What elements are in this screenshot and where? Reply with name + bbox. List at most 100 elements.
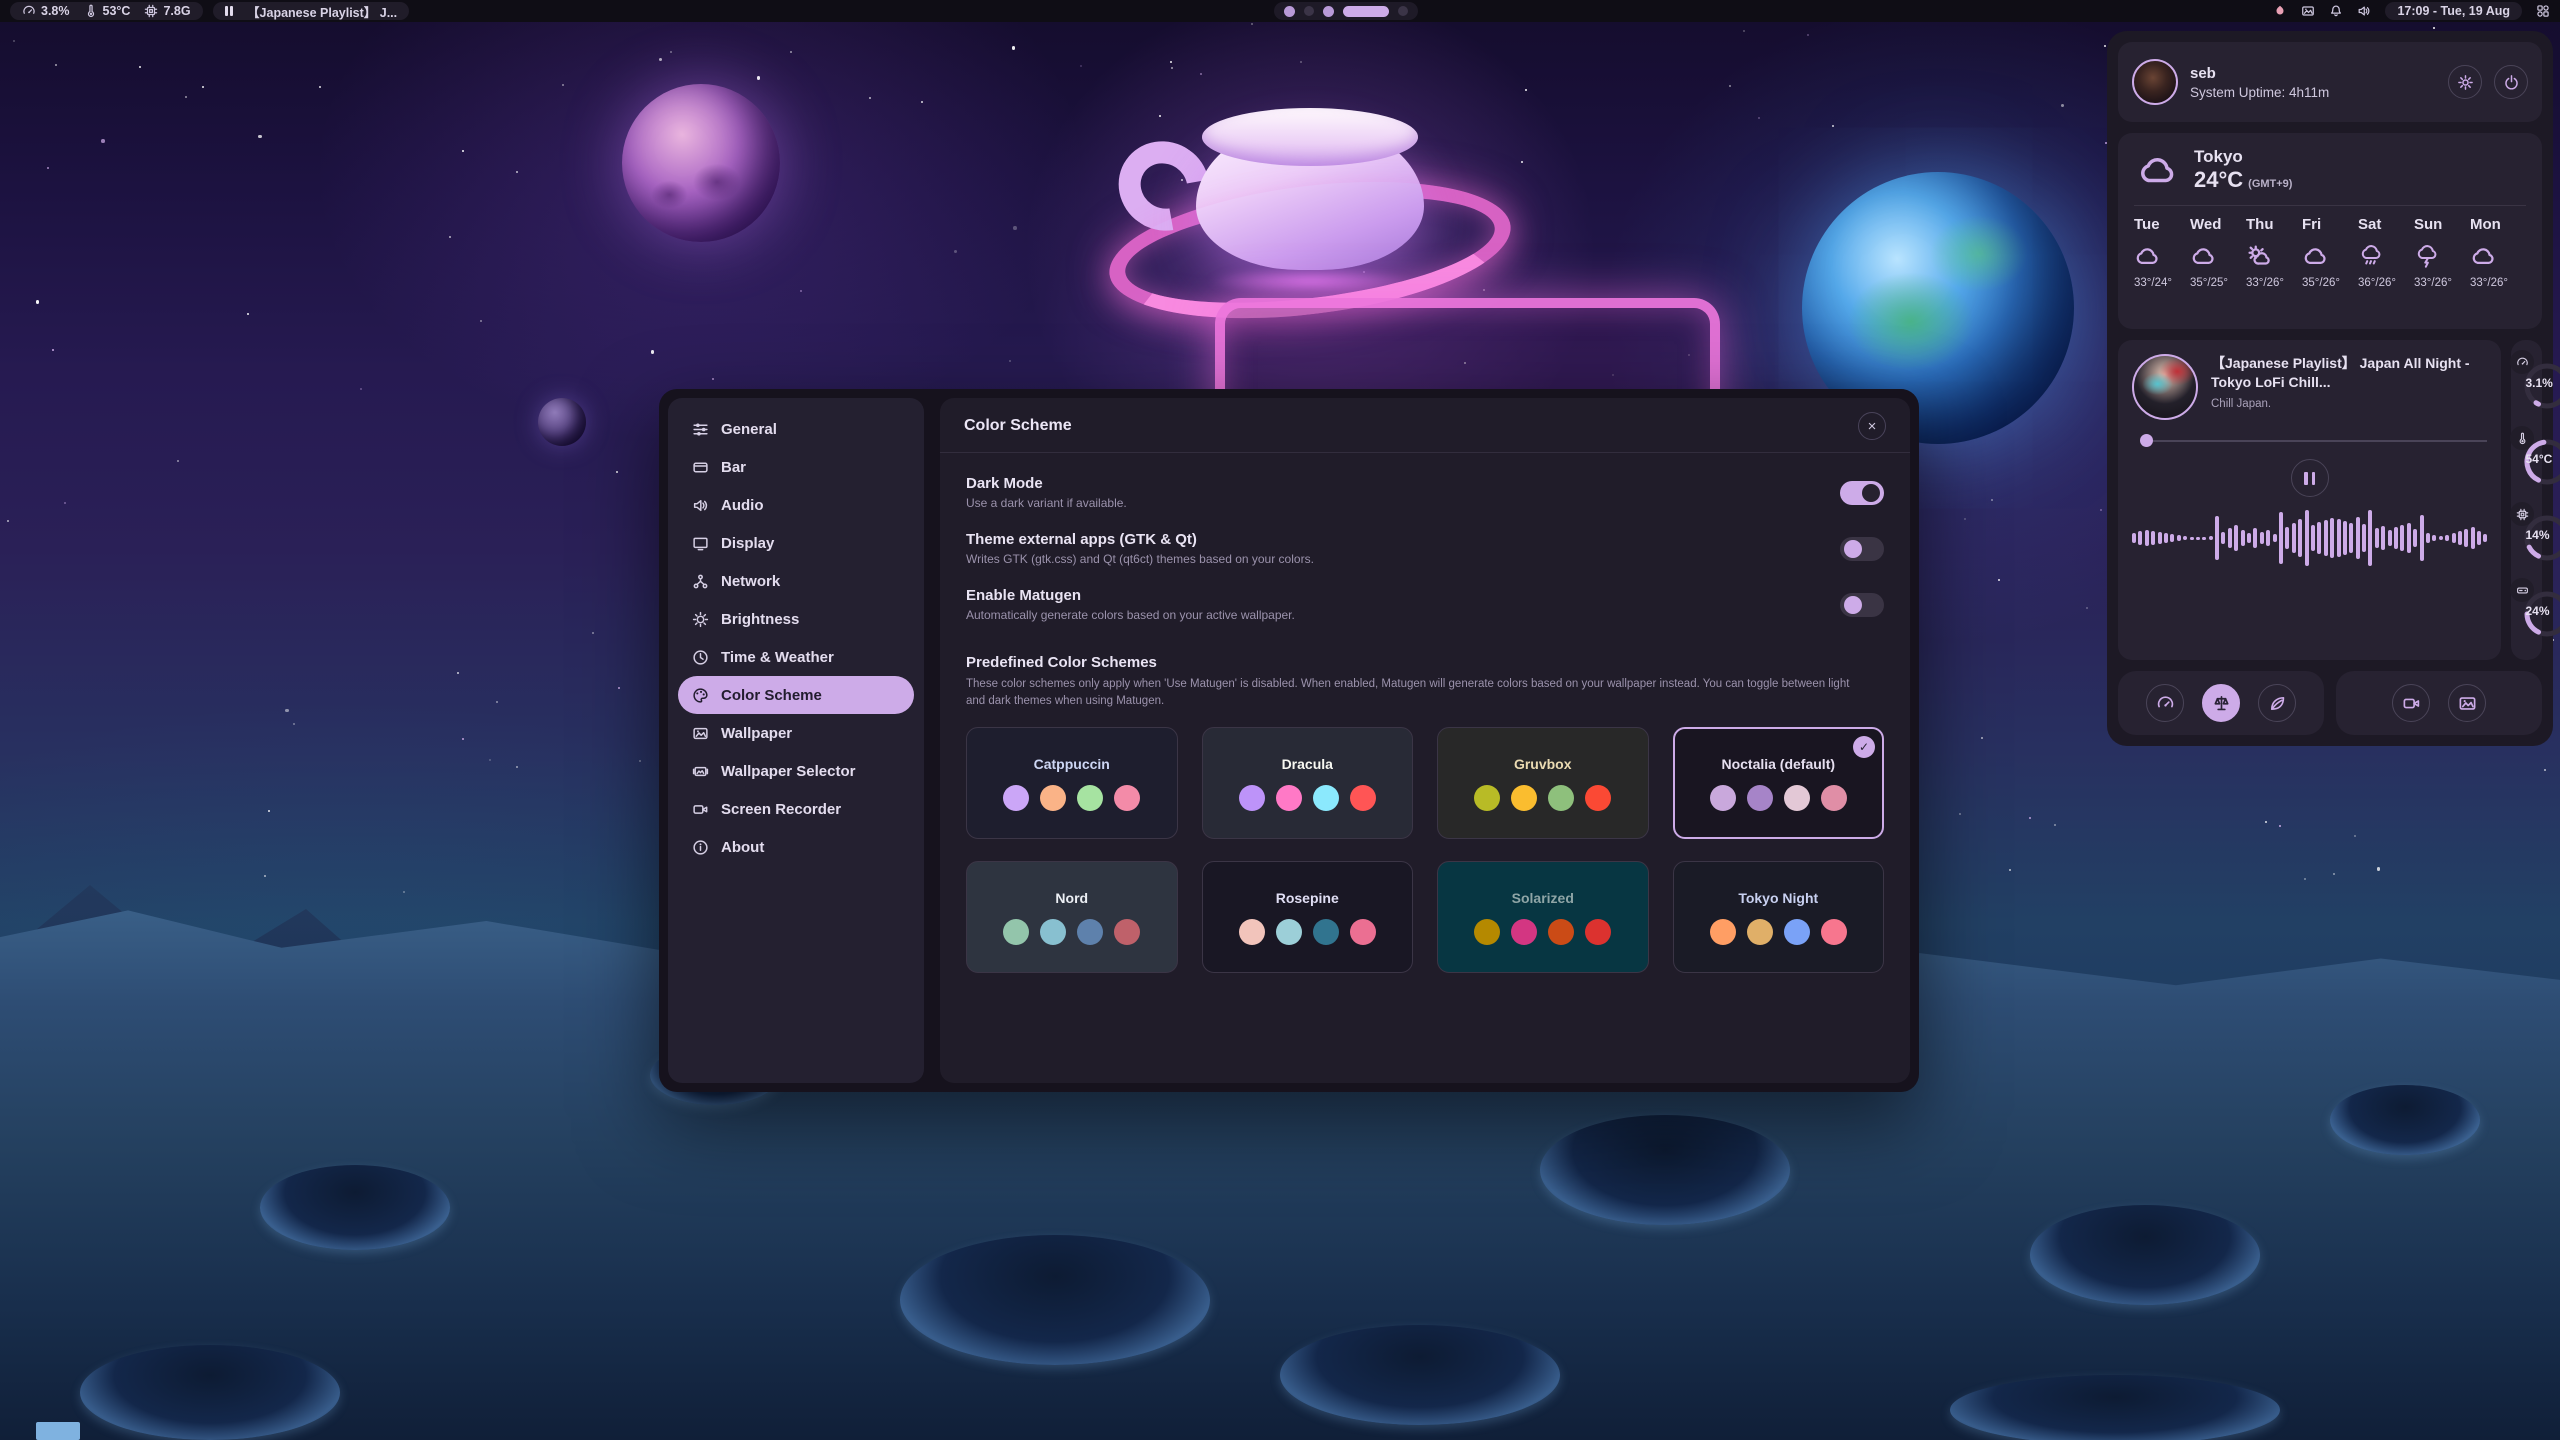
forecast-day-label: Fri bbox=[2302, 216, 2358, 233]
visualizer-bar bbox=[2151, 531, 2155, 545]
memory-stat[interactable]: 7.8G bbox=[144, 4, 190, 18]
clock-widget[interactable]: 17:09 - Tue, 19 Aug bbox=[2385, 2, 2522, 20]
temperature-stat[interactable]: 53°C bbox=[84, 4, 131, 18]
forecast-temps: 35°/25° bbox=[2190, 277, 2246, 289]
star bbox=[2279, 825, 2281, 827]
star bbox=[185, 96, 187, 98]
forecast-temps: 35°/26° bbox=[2302, 277, 2358, 289]
wallpaper-button[interactable] bbox=[2448, 684, 2486, 722]
sidebar-item-brightness[interactable]: Brightness bbox=[678, 600, 914, 638]
dashboard-icon[interactable] bbox=[2536, 4, 2550, 18]
toggle-dark-mode[interactable] bbox=[1840, 481, 1884, 505]
weather-temp: 24°C bbox=[2194, 167, 2243, 193]
star bbox=[462, 738, 464, 740]
sidebar-item-wallpaper-selector[interactable]: Wallpaper Selector bbox=[678, 752, 914, 790]
media-progress-bar[interactable] bbox=[2132, 434, 2487, 447]
settings-button[interactable] bbox=[2448, 65, 2482, 99]
scheme-card-tokyo-night[interactable]: Tokyo Night bbox=[1673, 861, 1885, 973]
color-swatch bbox=[1821, 919, 1847, 945]
stat-value: 3.1% bbox=[2525, 376, 2552, 390]
scheme-card-noctalia-default[interactable]: Noctalia (default)✓ bbox=[1673, 727, 1885, 839]
color-swatch bbox=[1114, 785, 1140, 811]
window-peek bbox=[36, 1422, 80, 1440]
sidebar-item-time-weather[interactable]: Time & Weather bbox=[678, 638, 914, 676]
scheme-card-catppuccin[interactable]: Catppuccin bbox=[966, 727, 1178, 839]
sidebar-item-general[interactable]: General bbox=[678, 410, 914, 448]
media-title: 【Japanese Playlist】 Japan All Night - To… bbox=[2211, 354, 2487, 392]
cpu-usage-stat[interactable]: 3.8% bbox=[22, 4, 70, 18]
star bbox=[2265, 821, 2267, 823]
volume-icon[interactable] bbox=[2357, 4, 2371, 18]
setting-title: Dark Mode bbox=[966, 475, 1127, 492]
system-stats-group: 3.8% 53°C 7.8G bbox=[10, 2, 203, 20]
star bbox=[2544, 769, 2546, 771]
workspace-2-empty[interactable] bbox=[1304, 6, 1314, 16]
sidebar-item-audio[interactable]: Audio bbox=[678, 486, 914, 524]
workspace-4-focused[interactable] bbox=[1343, 6, 1389, 17]
notifications-icon[interactable] bbox=[2329, 4, 2343, 18]
toggle-enable-matugen[interactable] bbox=[1840, 593, 1884, 617]
star bbox=[47, 167, 49, 169]
stat-value: 14% bbox=[2525, 528, 2549, 542]
sidebar-item-network[interactable]: Network bbox=[678, 562, 914, 600]
media-pill[interactable]: 【Japanese Playlist】 J... bbox=[213, 2, 410, 20]
crater bbox=[900, 1235, 1210, 1365]
sidebar-item-bar[interactable]: Bar bbox=[678, 448, 914, 486]
star bbox=[319, 86, 321, 88]
power-profile-group bbox=[2118, 671, 2324, 735]
scheme-card-dracula[interactable]: Dracula bbox=[1202, 727, 1414, 839]
visualizer-bar bbox=[2452, 533, 2456, 543]
system-uptime: System Uptime: 4h11m bbox=[2190, 85, 2436, 100]
stat-memory: 14% bbox=[2517, 502, 2536, 574]
wallpaper-tray-icon[interactable] bbox=[2301, 4, 2315, 18]
screen-record-button[interactable] bbox=[2392, 684, 2430, 722]
tray-app-icon[interactable] bbox=[2273, 4, 2287, 18]
settings-main-panel: Color Scheme × Dark ModeUse a dark varia… bbox=[940, 398, 1910, 1083]
color-swatch bbox=[1747, 785, 1773, 811]
setting-text: Dark ModeUse a dark variant if available… bbox=[966, 475, 1127, 510]
star bbox=[13, 40, 15, 42]
visualizer-bar bbox=[2483, 534, 2487, 542]
progress-handle[interactable] bbox=[2140, 434, 2153, 447]
workspace-1-occupied[interactable] bbox=[1284, 6, 1295, 17]
scheme-card-gruvbox[interactable]: Gruvbox bbox=[1437, 727, 1649, 839]
star bbox=[1013, 226, 1017, 230]
scheme-card-solarized[interactable]: Solarized bbox=[1437, 861, 1649, 973]
quick-actions-row bbox=[2118, 671, 2542, 735]
sidebar-item-screen-recorder[interactable]: Screen Recorder bbox=[678, 790, 914, 828]
star bbox=[2086, 607, 2088, 609]
scheme-card-rosepine[interactable]: Rosepine bbox=[1202, 861, 1414, 973]
color-swatch bbox=[1350, 919, 1376, 945]
swatch-row bbox=[1003, 919, 1140, 945]
star bbox=[64, 502, 66, 504]
toggle-theme-external-apps-gtk-qt[interactable] bbox=[1840, 537, 1884, 561]
sidebar-item-about[interactable]: About bbox=[678, 828, 914, 866]
user-name: seb bbox=[2190, 65, 2436, 82]
pause-button[interactable] bbox=[2291, 459, 2329, 497]
visualizer-bar bbox=[2132, 533, 2136, 543]
star bbox=[1251, 23, 1253, 25]
sidebar-item-wallpaper[interactable]: Wallpaper bbox=[678, 714, 914, 752]
sidebar-item-display[interactable]: Display bbox=[678, 524, 914, 562]
powersave-button[interactable] bbox=[2258, 684, 2296, 722]
close-icon[interactable]: × bbox=[1858, 412, 1886, 440]
visualizer-bar bbox=[2375, 528, 2379, 548]
power-button[interactable] bbox=[2494, 65, 2528, 99]
sidebar-item-color-scheme[interactable]: Color Scheme bbox=[678, 676, 914, 714]
star bbox=[618, 687, 620, 689]
visualizer-bar bbox=[2343, 521, 2347, 555]
clock-label: 17:09 - Tue, 19 Aug bbox=[2397, 4, 2510, 18]
star bbox=[659, 58, 663, 62]
star bbox=[285, 709, 289, 713]
selected-check-icon: ✓ bbox=[1853, 736, 1875, 758]
visualizer-bar bbox=[2337, 519, 2341, 557]
workspace-3-occupied[interactable] bbox=[1323, 6, 1334, 17]
star bbox=[1991, 499, 1993, 501]
star bbox=[670, 51, 672, 53]
workspace-5-empty[interactable] bbox=[1398, 6, 1408, 16]
star bbox=[2104, 45, 2106, 47]
star bbox=[562, 84, 564, 86]
performance-button[interactable] bbox=[2146, 684, 2184, 722]
scheme-card-nord[interactable]: Nord bbox=[966, 861, 1178, 973]
balanced-button[interactable] bbox=[2202, 684, 2240, 722]
